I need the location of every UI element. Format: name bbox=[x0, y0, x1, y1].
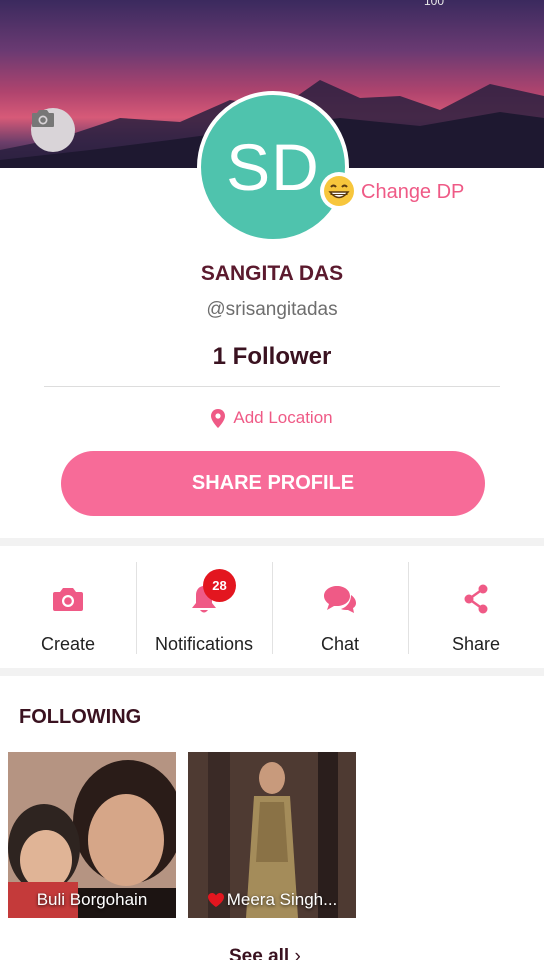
action-bar: Create Notifications Chat Share bbox=[0, 546, 544, 668]
following-section: FOLLOWING Buli Borgohain Meera Singh... … bbox=[0, 676, 544, 960]
change-cover-button[interactable] bbox=[31, 108, 75, 152]
chat-bubbles-icon bbox=[324, 586, 356, 613]
share-label: Share bbox=[451, 634, 501, 654]
location-pin-icon bbox=[211, 408, 226, 428]
chat-action[interactable]: Chat bbox=[272, 546, 408, 668]
profile-name: SANGITA DAS bbox=[200, 262, 344, 285]
avatar[interactable]: SD bbox=[197, 91, 349, 243]
following-name: Meera Singh... bbox=[188, 890, 356, 910]
divider bbox=[44, 386, 500, 387]
camera-icon bbox=[53, 588, 83, 611]
share-action[interactable]: Share bbox=[408, 546, 544, 668]
create-action[interactable]: Create bbox=[0, 546, 136, 668]
notifications-badge: 28 bbox=[203, 569, 236, 602]
share-profile-button[interactable]: SHARE PROFILE bbox=[61, 451, 485, 516]
following-title: FOLLOWING bbox=[19, 706, 142, 728]
avatar-initials: SD bbox=[226, 130, 320, 204]
following-card[interactable]: Meera Singh... bbox=[188, 752, 356, 918]
status-text: 100 bbox=[423, 0, 444, 8]
notifications-action[interactable]: Notifications bbox=[136, 546, 272, 668]
chat-label: Chat bbox=[320, 634, 360, 654]
notifications-label: Notifications bbox=[154, 634, 254, 654]
chevron-right-icon: › bbox=[294, 946, 301, 960]
change-dp-link[interactable]: Change DP bbox=[361, 181, 464, 204]
add-location-link[interactable]: Add Location bbox=[0, 408, 544, 428]
profile-handle: @srisangitadas bbox=[206, 299, 338, 320]
see-all-link[interactable]: See all › bbox=[229, 946, 301, 960]
profile-screen: 100 SD Change DP SANGITA DAS @srisangita… bbox=[0, 0, 544, 960]
following-name: Buli Borgohain bbox=[36, 890, 148, 909]
add-location-label: Add Location bbox=[233, 408, 333, 427]
camera-icon bbox=[32, 110, 54, 127]
grin-emoji-icon[interactable] bbox=[320, 172, 358, 210]
following-card[interactable]: Buli Borgohain bbox=[8, 752, 176, 918]
create-label: Create bbox=[40, 634, 96, 654]
heart-icon bbox=[207, 893, 224, 907]
share-icon bbox=[464, 584, 488, 614]
followers-count[interactable]: 1 Follower bbox=[0, 343, 544, 371]
